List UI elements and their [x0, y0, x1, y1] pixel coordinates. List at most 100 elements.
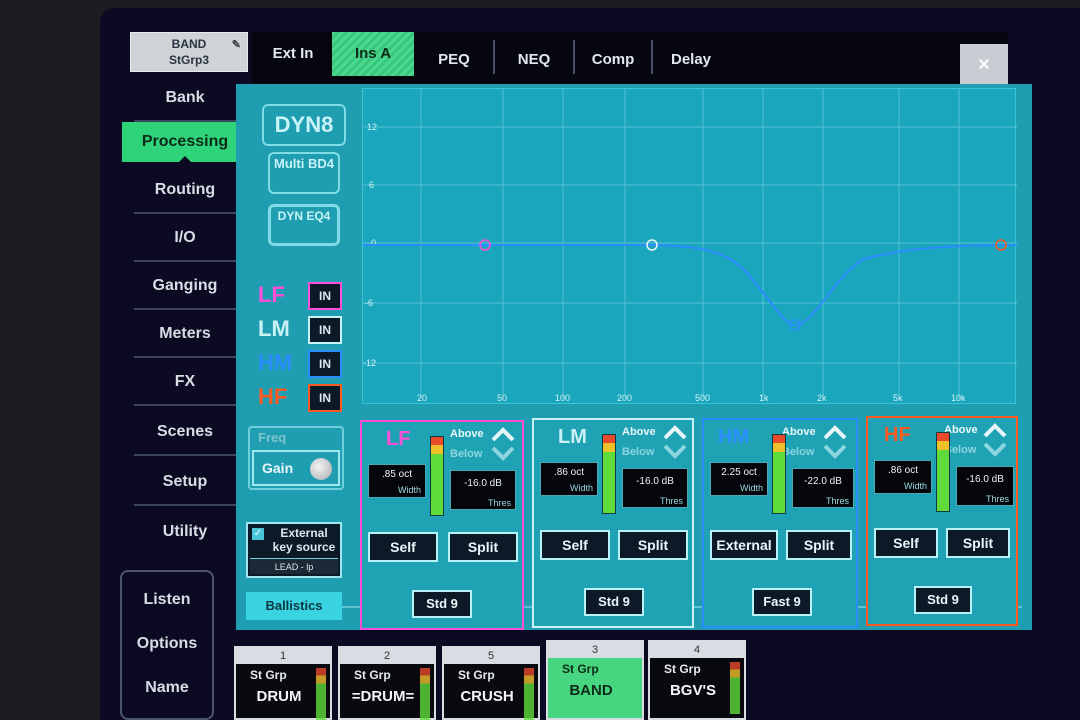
- channel-name-button[interactable]: BAND StGrp3 ✎: [130, 32, 248, 72]
- sidebar-item-utility[interactable]: Utility: [122, 512, 248, 552]
- chevron-up-down-icon[interactable]: [662, 424, 688, 460]
- split-button[interactable]: Split: [946, 528, 1010, 558]
- strip-meter: [316, 668, 326, 720]
- above-label[interactable]: Above: [622, 426, 656, 438]
- sidebar-item-fx[interactable]: FX: [122, 362, 248, 406]
- freq-option[interactable]: Freq: [258, 430, 286, 445]
- sidebar-item-scenes[interactable]: Scenes: [122, 412, 248, 456]
- checkbox-checked-icon[interactable]: ✓: [252, 528, 264, 540]
- mode-button[interactable]: Std 9: [914, 586, 972, 614]
- chevron-up-down-icon[interactable]: [822, 424, 848, 460]
- hm-in-button[interactable]: IN: [308, 350, 342, 378]
- width-value-box[interactable]: .86 oct Width: [874, 460, 932, 494]
- channel-strip[interactable]: 2 St Grp =DRUM=: [338, 646, 436, 720]
- tab-divider: [651, 40, 653, 74]
- mode-button[interactable]: Std 9: [412, 590, 472, 618]
- mode-button[interactable]: Fast 9: [752, 588, 812, 616]
- split-button[interactable]: Split: [448, 532, 518, 562]
- level-meter: [936, 432, 950, 512]
- sidebar-item-ganging[interactable]: Ganging: [122, 266, 248, 310]
- threshold-value-box[interactable]: -22.0 dB Thres: [792, 468, 854, 508]
- width-value-box[interactable]: .85 oct Width: [368, 464, 426, 498]
- width-value-box[interactable]: 2.25 oct Width: [710, 462, 768, 496]
- sidebar-item-processing[interactable]: Processing: [122, 122, 248, 163]
- external-button[interactable]: External: [710, 530, 778, 560]
- channel-strip[interactable]: 5 St Grp CRUSH: [442, 646, 540, 720]
- eq-graph[interactable]: 12 6 0 -6 -12 20 50 100 200 500 1k 2k 5k…: [362, 88, 1017, 404]
- self-button[interactable]: Self: [368, 532, 438, 562]
- band-panel-hm: HM Above Below 2.25 oct Width -22.0 dB Thr…: [702, 418, 858, 628]
- dyn8-logo[interactable]: DYN8: [262, 104, 346, 146]
- band-panel-title: HF: [884, 424, 911, 446]
- tab-comp[interactable]: Comp: [578, 38, 648, 82]
- sidebar-item-meters[interactable]: Meters: [122, 314, 248, 358]
- tab-ins-a[interactable]: Ins A: [332, 32, 414, 76]
- chevron-up-down-icon[interactable]: [490, 426, 516, 462]
- ballistics-button[interactable]: Ballistics: [246, 592, 342, 620]
- self-button[interactable]: Self: [540, 530, 610, 560]
- close-button[interactable]: ×: [960, 44, 1008, 86]
- strip-name: CRUSH: [460, 688, 514, 705]
- x-tick-100: 100: [555, 393, 570, 403]
- y-tick-neg12: -12: [363, 358, 376, 368]
- width-value: .85 oct: [381, 469, 413, 480]
- width-unit: Width: [903, 481, 927, 491]
- band-row-lf: LF IN: [258, 282, 348, 312]
- freq-gain-selector: Freq Gain: [248, 426, 344, 490]
- threshold-value-box[interactable]: -16.0 dB Thres: [956, 466, 1014, 506]
- listen-button[interactable]: Listen: [114, 580, 220, 620]
- channel-strip-selected[interactable]: 3 St Grp BAND: [546, 640, 644, 720]
- below-label[interactable]: Below: [782, 446, 814, 458]
- strip-number: 1: [236, 648, 330, 664]
- options-button[interactable]: Options: [114, 624, 220, 664]
- lf-in-button[interactable]: IN: [308, 282, 342, 310]
- split-button[interactable]: Split: [618, 530, 688, 560]
- threshold-unit: Thres: [487, 498, 511, 508]
- sidebar-item-setup[interactable]: Setup: [122, 462, 248, 506]
- above-label[interactable]: Above: [782, 426, 816, 438]
- strip-meter: [524, 668, 534, 720]
- x-tick-1k: 1k: [759, 393, 769, 403]
- chevron-up-down-icon[interactable]: [982, 422, 1008, 458]
- hf-in-button[interactable]: IN: [308, 384, 342, 412]
- below-label[interactable]: Below: [622, 446, 654, 458]
- channel-name-line2: StGrp3: [168, 53, 209, 67]
- tab-delay[interactable]: Delay: [656, 38, 726, 82]
- below-label[interactable]: Below: [450, 448, 482, 460]
- external-key-source[interactable]: ✓ External key source LEAD - lp: [246, 522, 342, 578]
- name-button[interactable]: Name: [114, 668, 220, 708]
- self-button[interactable]: Self: [874, 528, 938, 558]
- width-unit: Width: [569, 483, 593, 493]
- dyn-eq4-logo[interactable]: DYN EQ4: [268, 204, 340, 246]
- threshold-value-box[interactable]: -16.0 dB Thres: [450, 470, 516, 510]
- x-tick-500: 500: [695, 393, 710, 403]
- strip-group: St Grp: [250, 668, 287, 682]
- gain-option[interactable]: Gain: [252, 450, 340, 486]
- above-label[interactable]: Above: [450, 428, 484, 440]
- split-button[interactable]: Split: [786, 530, 852, 560]
- channel-strip[interactable]: 4 St Grp BGV'S: [648, 640, 746, 720]
- width-unit: Width: [739, 483, 763, 493]
- threshold-value: -16.0 dB: [966, 474, 1004, 485]
- tab-ext-in[interactable]: Ext In: [262, 32, 324, 76]
- tab-divider: [493, 40, 495, 74]
- sidebar-item-bank[interactable]: Bank: [122, 78, 248, 122]
- mode-button[interactable]: Std 9: [584, 588, 644, 616]
- lm-in-button[interactable]: IN: [308, 316, 342, 344]
- channel-strip[interactable]: 1 St Grp DRUM: [234, 646, 332, 720]
- sidebar-item-io[interactable]: I/O: [122, 218, 248, 262]
- threshold-value: -16.0 dB: [636, 476, 674, 487]
- threshold-value: -16.0 dB: [464, 478, 502, 489]
- y-tick-neg6: -6: [365, 298, 373, 308]
- strip-group: St Grp: [354, 668, 391, 682]
- multiband-logo[interactable]: Multi BD4: [268, 152, 340, 194]
- width-value-box[interactable]: .86 oct Width: [540, 462, 598, 496]
- threshold-value: -22.0 dB: [804, 476, 842, 487]
- tab-peq[interactable]: PEQ: [418, 38, 490, 82]
- strip-name: BAND: [569, 682, 613, 699]
- threshold-value-box[interactable]: -16.0 dB Thres: [622, 468, 688, 508]
- tab-divider: [573, 40, 575, 74]
- tab-neq[interactable]: NEQ: [498, 38, 570, 82]
- x-tick-10k: 10k: [951, 393, 966, 403]
- sidebar-item-routing[interactable]: Routing: [122, 170, 248, 214]
